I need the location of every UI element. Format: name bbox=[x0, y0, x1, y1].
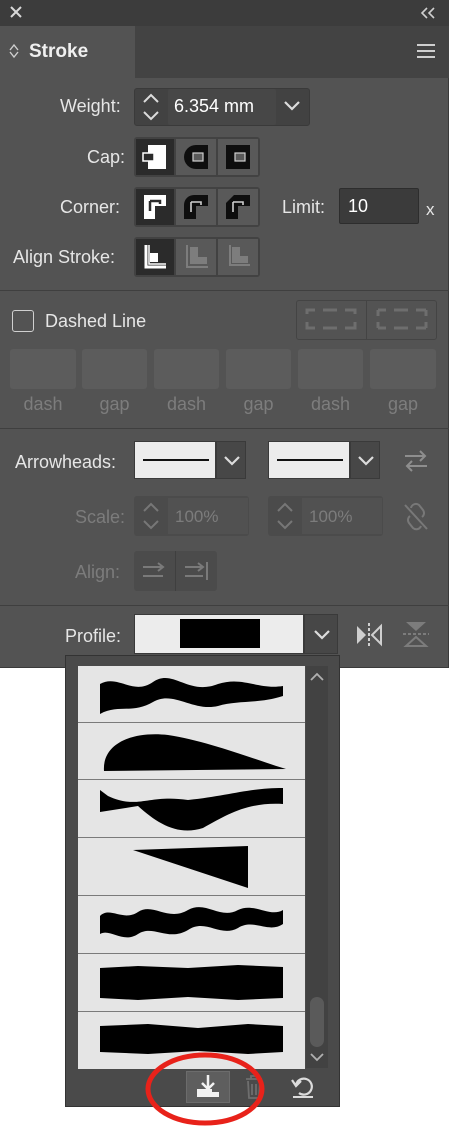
limit-label: Limit: bbox=[282, 197, 326, 217]
divider bbox=[0, 290, 449, 291]
butt-cap-icon bbox=[142, 145, 166, 169]
start-arrowhead-select[interactable] bbox=[134, 441, 216, 479]
profile-list-item[interactable] bbox=[78, 666, 305, 723]
arrowhead-none-line bbox=[277, 459, 343, 461]
scale-label: Scale: bbox=[75, 507, 126, 527]
limit-unit: x bbox=[426, 200, 435, 219]
scroll-up-icon[interactable] bbox=[308, 670, 326, 684]
miter-join-icon bbox=[144, 195, 166, 219]
dash-2-input[interactable] bbox=[154, 349, 219, 389]
arrowhead-none-line bbox=[143, 459, 209, 461]
scroll-thumb[interactable] bbox=[310, 997, 324, 1047]
round-join-button[interactable] bbox=[176, 189, 216, 225]
bevel-join-icon bbox=[226, 195, 250, 219]
profile-list-item[interactable] bbox=[78, 838, 305, 896]
align-inside-button[interactable] bbox=[176, 239, 216, 275]
width-profile-triangle bbox=[133, 846, 248, 888]
limit-input[interactable]: 10 bbox=[339, 188, 419, 224]
highlight-circle-annotation bbox=[145, 1052, 265, 1126]
start-scale-input[interactable]: 100% bbox=[175, 507, 218, 527]
divider bbox=[0, 428, 449, 429]
dash-1-input[interactable] bbox=[10, 349, 76, 389]
start-scale-stepper[interactable] bbox=[140, 500, 162, 532]
width-profile-wave bbox=[100, 907, 283, 938]
gap-1-input[interactable] bbox=[82, 349, 147, 389]
align-inside-icon bbox=[186, 245, 208, 268]
weight-dropdown-chevron-icon[interactable] bbox=[282, 100, 302, 112]
end-scale-input[interactable]: 100% bbox=[309, 507, 352, 527]
flip-across-icon[interactable] bbox=[402, 620, 430, 648]
dash-3-input[interactable] bbox=[298, 349, 363, 389]
dashed-line-checkbox[interactable] bbox=[12, 310, 34, 332]
arrow-extend-beyond-icon[interactable] bbox=[141, 561, 169, 581]
arrow-place-at-end-icon[interactable] bbox=[183, 561, 211, 581]
profile-list-item[interactable] bbox=[78, 780, 305, 838]
profile-list-item[interactable] bbox=[78, 954, 305, 1012]
chevron-down-icon bbox=[314, 630, 330, 640]
dashed-line-label: Dashed Line bbox=[45, 311, 147, 331]
start-arrowhead-dropdown[interactable] bbox=[216, 441, 246, 479]
swap-arrowheads-icon[interactable] bbox=[403, 449, 429, 473]
round-cap-button[interactable] bbox=[176, 139, 216, 175]
panel-title: Stroke bbox=[29, 41, 89, 62]
profile-list-item[interactable] bbox=[78, 723, 305, 780]
chevron-down-icon bbox=[358, 456, 374, 466]
dash-1-label: dash bbox=[23, 394, 63, 414]
panel-menu-icon[interactable] bbox=[416, 43, 436, 59]
bevel-join-button[interactable] bbox=[218, 189, 258, 225]
align-stroke-label: Align Stroke: bbox=[13, 247, 116, 267]
dash-3-label: dash bbox=[310, 394, 351, 414]
profile-label: Profile: bbox=[65, 626, 122, 646]
butt-cap-button[interactable] bbox=[136, 139, 174, 175]
gap-3-input[interactable] bbox=[370, 349, 436, 389]
dash-2-label: dash bbox=[166, 394, 207, 414]
weight-label: Weight: bbox=[60, 96, 121, 116]
flip-along-icon[interactable] bbox=[355, 622, 383, 648]
scroll-down-icon[interactable] bbox=[308, 1050, 326, 1064]
end-arrowhead-dropdown[interactable] bbox=[350, 441, 380, 479]
reset-profiles-icon[interactable] bbox=[290, 1074, 316, 1100]
corner-label: Corner: bbox=[60, 197, 121, 217]
panel-titlebar bbox=[0, 0, 449, 26]
expand-toggle-icon[interactable] bbox=[9, 43, 19, 59]
align-outside-icon bbox=[229, 245, 250, 266]
width-profile-rough-1 bbox=[100, 965, 283, 1000]
round-join-icon bbox=[184, 195, 208, 219]
profile-select[interactable] bbox=[134, 614, 304, 654]
profile-list-item[interactable] bbox=[78, 896, 305, 954]
arrow-align-divider bbox=[175, 551, 176, 591]
projecting-cap-button[interactable] bbox=[218, 139, 258, 175]
end-scale-stepper[interactable] bbox=[274, 500, 296, 532]
close-icon[interactable] bbox=[9, 5, 23, 19]
divider bbox=[0, 605, 449, 606]
link-scale-icon[interactable] bbox=[402, 502, 430, 532]
width-profile-wavy bbox=[100, 677, 283, 714]
preserve-dashes-icon[interactable] bbox=[303, 306, 359, 334]
profile-dropdown[interactable] bbox=[304, 614, 338, 654]
miter-join-button[interactable] bbox=[136, 189, 174, 225]
gap-3-label: gap bbox=[387, 394, 419, 414]
tab-stroke[interactable]: Stroke bbox=[0, 26, 135, 78]
weight-stepper[interactable] bbox=[140, 92, 162, 122]
align-center-button[interactable] bbox=[136, 239, 174, 275]
round-cap-icon bbox=[184, 145, 208, 169]
cap-label: Cap: bbox=[87, 147, 126, 167]
weight-input[interactable]: 6.354 mm bbox=[168, 89, 276, 125]
arrowheads-label: Arrowheads: bbox=[15, 452, 117, 472]
align-dashes-icon[interactable] bbox=[374, 306, 430, 334]
gap-2-input[interactable] bbox=[226, 349, 291, 389]
dash-alignment-divider bbox=[366, 300, 367, 340]
end-arrowhead-select[interactable] bbox=[268, 441, 350, 479]
collapse-chevrons-icon[interactable] bbox=[420, 7, 436, 19]
width-profile-leaf bbox=[103, 734, 286, 771]
width-profile-bulge bbox=[100, 788, 283, 831]
uniform-profile-preview bbox=[180, 619, 260, 648]
projecting-cap-icon bbox=[226, 145, 250, 169]
align-outside-button[interactable] bbox=[218, 239, 258, 275]
align-label: Align: bbox=[75, 562, 121, 582]
align-center-icon bbox=[144, 245, 166, 269]
chevron-down-icon bbox=[224, 456, 240, 466]
gap-2-label: gap bbox=[243, 394, 274, 414]
gap-1-label: gap bbox=[99, 394, 130, 414]
